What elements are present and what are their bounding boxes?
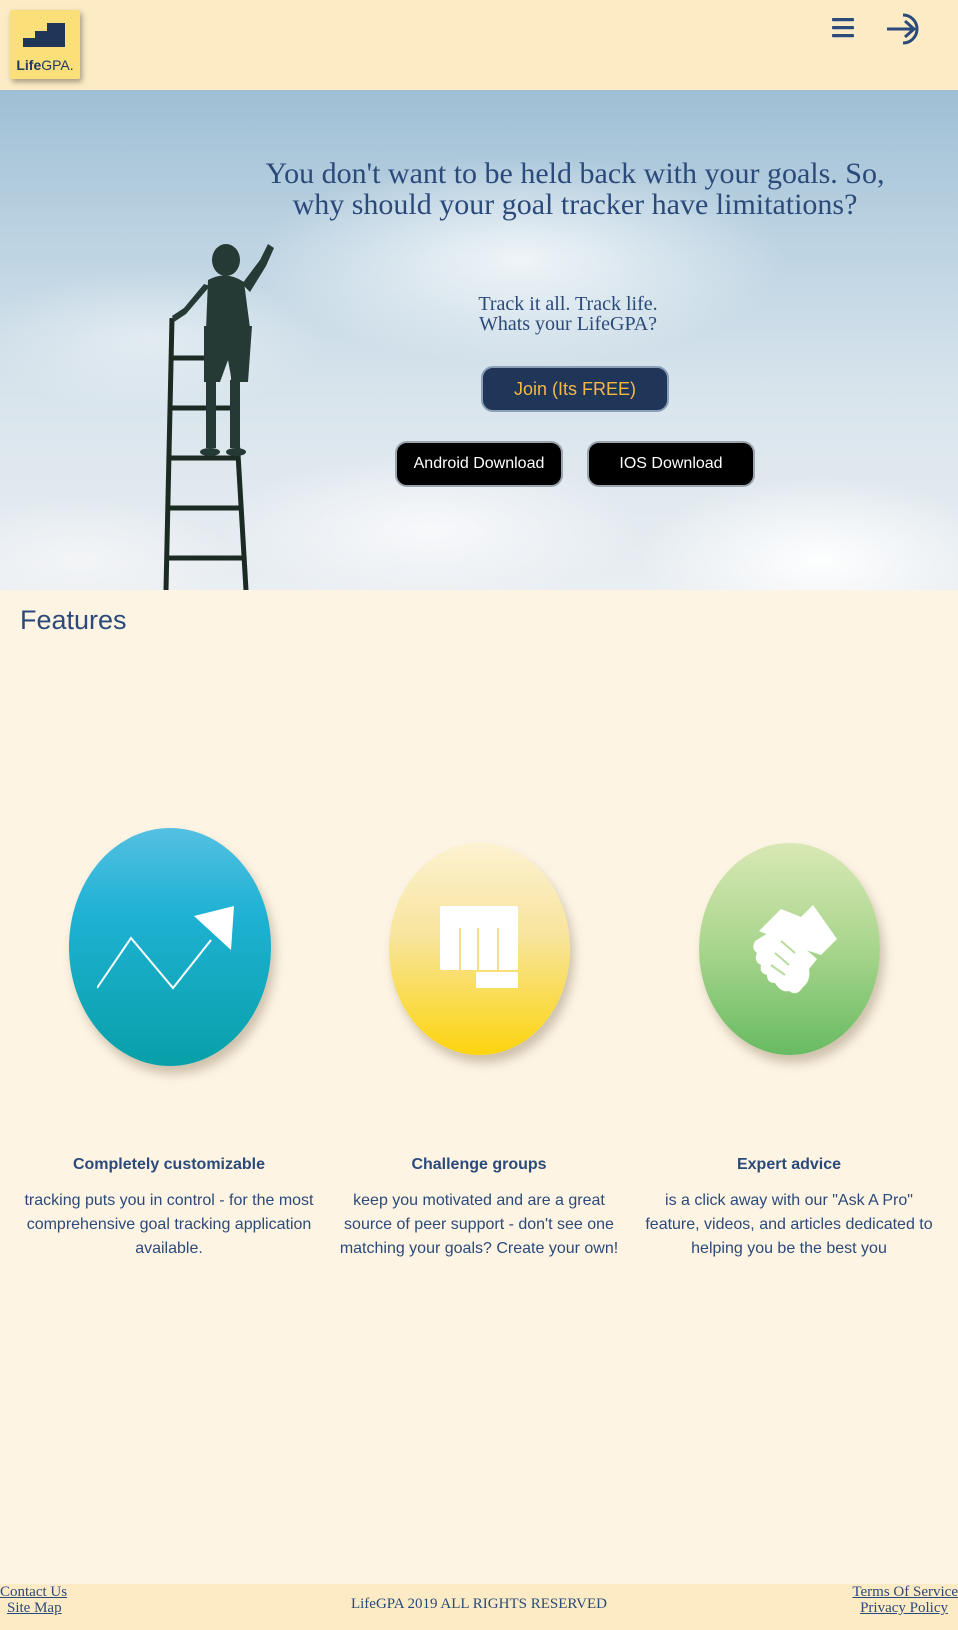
customizable-feature-circle xyxy=(69,828,271,1066)
feature-title: Expert advice xyxy=(736,1156,842,1173)
feature-expert-advice: Expert advice is a click away with our "… xyxy=(644,1155,934,1261)
trend-arrow-icon xyxy=(97,906,234,990)
expert-advice-feature-circle xyxy=(699,843,880,1055)
feature-description: keep you motivated and are a great sourc… xyxy=(339,1192,619,1257)
ios-download-button[interactable]: IOS Download xyxy=(587,441,755,487)
feature-title: Challenge groups xyxy=(411,1156,547,1173)
hero-headline: You don't want to be held back with your… xyxy=(265,157,885,221)
feature-description: is a click away with our "Ask A Pro" fea… xyxy=(645,1192,933,1257)
feature-challenge-groups: Challenge groups keep you motivated and … xyxy=(334,1155,624,1261)
privacy-policy-link[interactable]: Privacy Policy xyxy=(860,1600,948,1616)
hamburger-icon[interactable] xyxy=(831,17,855,39)
features-heading: Features xyxy=(20,605,127,635)
handshake-icon xyxy=(753,905,837,994)
fist-icon xyxy=(440,906,518,988)
join-free-button[interactable]: Join (Its FREE) xyxy=(481,366,669,412)
hero-banner: You don't want to be held back with your… xyxy=(0,90,958,590)
terms-of-service-link[interactable]: Terms Of Service xyxy=(852,1584,958,1600)
lifegpa-logo[interactable]: LifeGPA. xyxy=(10,10,80,79)
stairs-icon xyxy=(23,23,65,47)
copyright-text: LifeGPA 2019 ALL RIGHTS RESERVED xyxy=(350,1596,608,1612)
feature-description: tracking puts you in control - for the m… xyxy=(24,1192,314,1257)
feature-customizable: Completely customizable tracking puts yo… xyxy=(24,1155,314,1261)
sign-in-arrow-icon[interactable] xyxy=(886,12,924,46)
challenge-groups-feature-circle xyxy=(389,843,570,1055)
tagline-line-1: Track it all. Track life. xyxy=(478,293,658,315)
android-download-button[interactable]: Android Download xyxy=(395,441,563,487)
site-footer: Contact Us Site Map LifeGPA 2019 ALL RIG… xyxy=(0,1584,958,1630)
hero-tagline: Track it all. Track life. Whats your Lif… xyxy=(420,294,716,334)
site-header: LifeGPA. xyxy=(0,0,958,90)
boy-on-ladder-image xyxy=(163,244,274,590)
feature-title: Completely customizable xyxy=(72,1156,266,1173)
logo-wordmark: LifeGPA. xyxy=(16,57,74,73)
tagline-line-2: Whats your LifeGPA? xyxy=(478,313,658,335)
